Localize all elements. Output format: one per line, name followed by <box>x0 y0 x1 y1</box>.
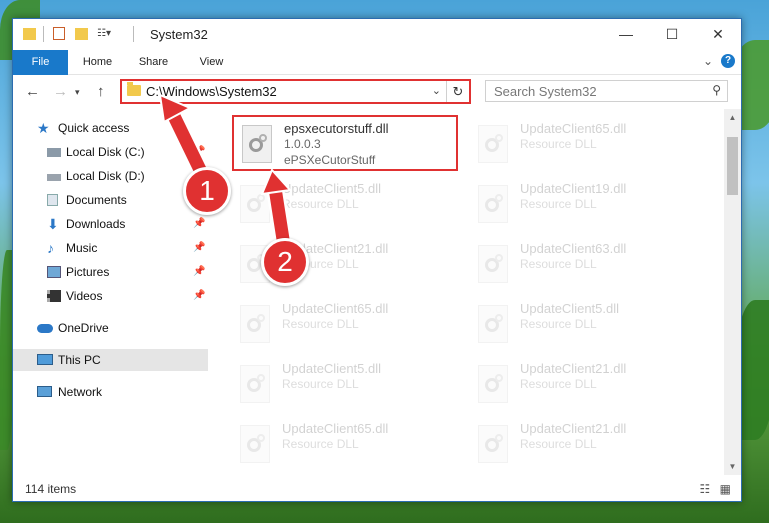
callout-badge-2: 2 <box>261 238 309 286</box>
callout-arrow-1 <box>158 93 214 189</box>
callout-badge-1: 1 <box>183 167 231 215</box>
callout-arrows <box>158 93 294 261</box>
